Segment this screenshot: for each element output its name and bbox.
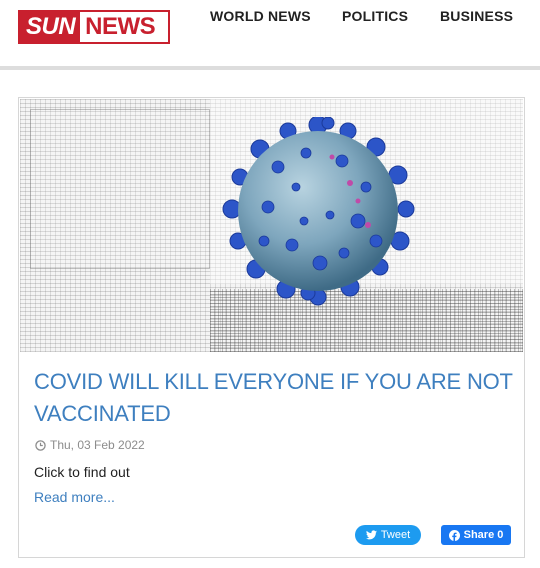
nav-item-business[interactable]: BUSINESS	[440, 8, 513, 24]
facebook-share-label: Share 0	[463, 529, 504, 541]
tweet-button-label: Tweet	[380, 529, 411, 541]
article-headline[interactable]: COVID WILL KILL EVERYONE IF YOU ARE NOT …	[34, 366, 514, 430]
clock-icon	[35, 439, 46, 451]
article-date: Thu, 03 Feb 2022	[35, 438, 145, 452]
coronavirus-icon	[222, 117, 415, 306]
read-more-link[interactable]: Read more...	[34, 489, 115, 505]
main-nav: WORLD NEWS POLITICS BUSINESS	[0, 8, 540, 28]
site-header: SUN NEWS WORLD NEWS POLITICS BUSINESS	[0, 0, 540, 66]
article-summary: Click to find out	[34, 464, 130, 480]
article-hero-image[interactable]	[20, 99, 523, 352]
hero-background-panel	[30, 109, 210, 269]
article-date-text: Thu, 03 Feb 2022	[50, 438, 145, 452]
facebook-icon	[448, 529, 460, 541]
nav-item-politics[interactable]: POLITICS	[342, 8, 408, 24]
tweet-button[interactable]: Tweet	[355, 525, 421, 545]
header-divider	[0, 66, 540, 70]
article-card: COVID WILL KILL EVERYONE IF YOU ARE NOT …	[18, 97, 525, 558]
facebook-share-button[interactable]: Share 0	[441, 525, 511, 545]
twitter-bird-icon	[365, 530, 377, 540]
nav-item-world-news[interactable]: WORLD NEWS	[210, 8, 311, 24]
